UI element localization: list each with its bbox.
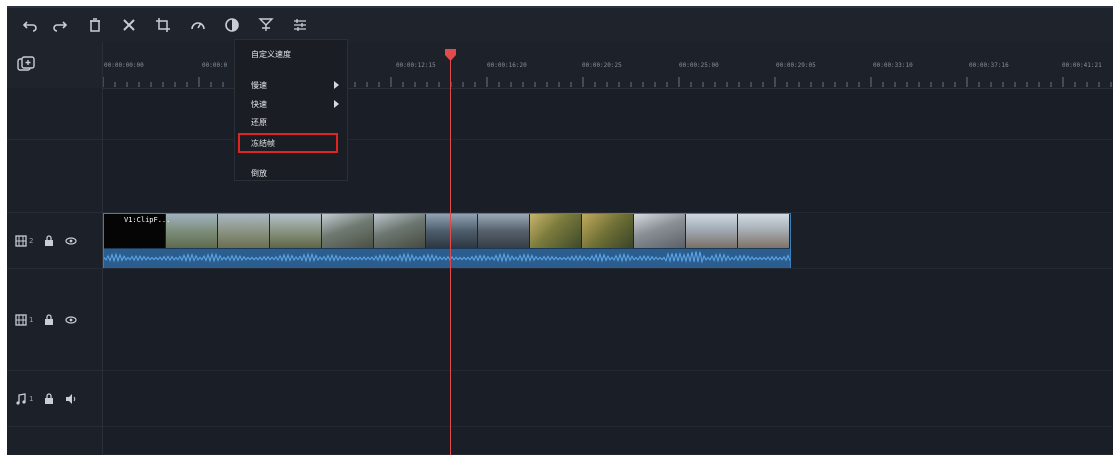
- empty-track-area: [7, 88, 102, 140]
- playhead-line[interactable]: [450, 50, 451, 455]
- toolbar: [7, 6, 1113, 42]
- eye-icon[interactable]: [65, 314, 78, 326]
- redo-icon: [53, 21, 68, 32]
- clip-audio-waveform: [103, 248, 791, 268]
- clip-thumbnail: [374, 214, 427, 248]
- crop-icon: [156, 18, 170, 32]
- video-editor-window: 00:00:00:00 00:00:0 00:00:12:15 00:00:16…: [7, 6, 1113, 455]
- clip-thumbnail: [166, 214, 219, 248]
- clip-thumbnail: [634, 214, 687, 248]
- menu-item-fast[interactable]: 快速: [251, 99, 267, 110]
- undo-button[interactable]: [17, 12, 43, 38]
- lock-icon[interactable]: [43, 393, 55, 405]
- timecode-label: 00:00:0: [202, 62, 228, 69]
- eye-icon[interactable]: [65, 235, 78, 247]
- timecode-label: 00:00:37:16: [969, 62, 1009, 69]
- cut-button[interactable]: [116, 12, 142, 38]
- submenu-arrow-icon: [334, 81, 339, 89]
- timecode-label: 00:00:12:15: [396, 62, 436, 69]
- speed-button[interactable]: [185, 12, 211, 38]
- timecode-label: 00:00:29:05: [776, 62, 816, 69]
- color-button[interactable]: [219, 12, 245, 38]
- track-number: 1: [29, 395, 34, 403]
- clip-thumbnail: [426, 214, 479, 248]
- audio-track-1-header: 1: [7, 371, 102, 427]
- clip-thumbnail: [530, 214, 583, 248]
- clip-thumbnail: [478, 214, 531, 248]
- menu-item-reset[interactable]: 还原: [251, 117, 267, 128]
- delete-icon: [90, 18, 100, 32]
- timecode-label: 00:00:33:10: [873, 62, 913, 69]
- clip-thumbnail: [738, 214, 790, 248]
- clip-thumbnail: [322, 214, 375, 248]
- video-track-2-header: 2: [7, 213, 102, 269]
- lock-icon[interactable]: [43, 314, 55, 326]
- clip-thumbnails: [104, 214, 790, 248]
- video-track-1-header: 1: [7, 269, 102, 371]
- clip-thumbnail: [686, 214, 739, 248]
- clip-title: V1:ClipF...: [124, 216, 171, 224]
- ruler-corner: [7, 42, 103, 88]
- lock-icon[interactable]: [43, 235, 55, 247]
- timecode-label: 00:00:16:20: [487, 62, 527, 69]
- timecode-label: 00:00:41:21: [1062, 62, 1102, 69]
- cut-icon: [123, 19, 135, 31]
- submenu-arrow-icon: [334, 100, 339, 108]
- track-number: 1: [29, 316, 34, 324]
- menu-item-custom-speed[interactable]: 自定义速度: [251, 49, 291, 60]
- video-clip[interactable]: V1:ClipF...: [103, 213, 791, 268]
- timeline-ruler[interactable]: 00:00:00:00 00:00:0 00:00:12:15 00:00:16…: [7, 42, 1113, 89]
- menu-item-slow[interactable]: 慢速: [251, 80, 267, 91]
- speed-context-menu: 自定义速度 慢速 快速 还原 冻结帧 倒放: [234, 39, 348, 181]
- speaker-icon[interactable]: [65, 393, 77, 405]
- timeline-lane[interactable]: [103, 427, 1113, 455]
- empty-track-area: [7, 140, 102, 213]
- timecode-label: 00:00:20:25: [582, 62, 622, 69]
- video-track-1-lane[interactable]: [103, 269, 1113, 371]
- crop-button[interactable]: [150, 12, 176, 38]
- freeze-frame-highlight: [238, 133, 338, 153]
- add-track-icon[interactable]: [17, 56, 35, 72]
- track-headers: 2 1 1: [7, 88, 103, 455]
- marker-button[interactable]: [253, 12, 279, 38]
- waveform-icon: [103, 251, 791, 264]
- clip-thumbnail: [582, 214, 635, 248]
- menu-item-reverse[interactable]: 倒放: [251, 168, 267, 179]
- adjust-button[interactable]: [287, 12, 313, 38]
- adjust-icon: [294, 19, 306, 31]
- music-note-icon: [16, 393, 26, 405]
- clip-thumbnail: [218, 214, 271, 248]
- marker-icon: [258, 18, 274, 31]
- color-icon: [225, 18, 239, 32]
- track-number: 2: [29, 237, 34, 245]
- delete-button[interactable]: [82, 12, 108, 38]
- playhead-handle-icon[interactable]: [444, 48, 457, 62]
- audio-track-1-lane[interactable]: [103, 371, 1113, 427]
- clip-thumbnail: [270, 214, 323, 248]
- video-track-icon: [15, 235, 27, 247]
- redo-button[interactable]: [47, 12, 73, 38]
- video-track-icon: [15, 314, 27, 326]
- timecode-label: 00:00:00:00: [104, 62, 144, 69]
- timecode-label: 00:00:25:00: [679, 62, 719, 69]
- undo-icon: [22, 21, 37, 32]
- speed-icon: [191, 22, 205, 30]
